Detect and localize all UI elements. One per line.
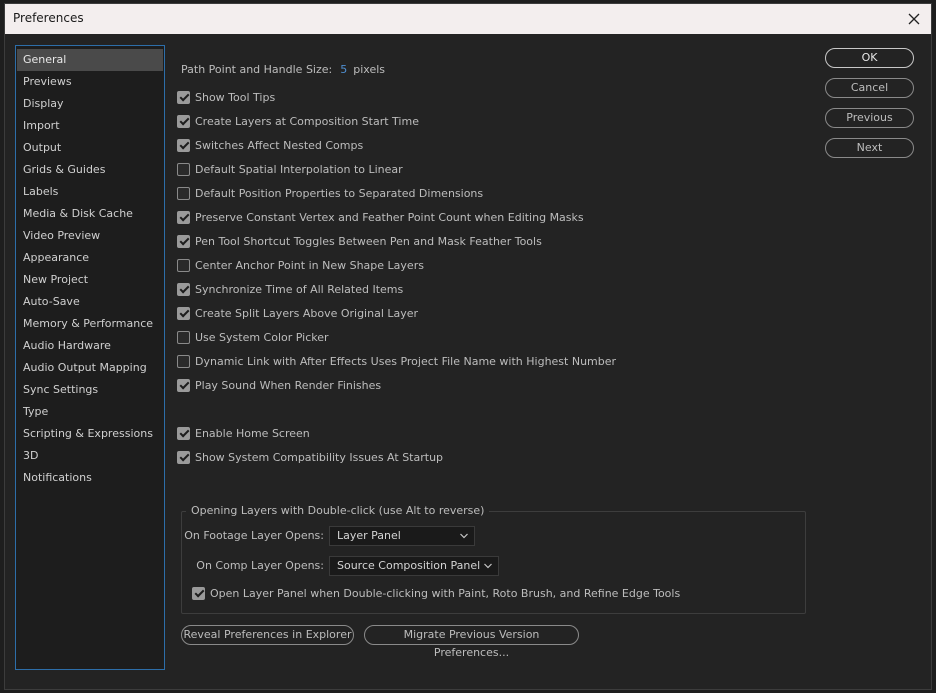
checkbox-label: Dynamic Link with After Effects Uses Pro… [195, 354, 617, 368]
checkbox-preserve-vertex-count[interactable]: Preserve Constant Vertex and Feather Poi… [177, 208, 584, 226]
checkbox-pen-tool-shortcut[interactable]: Pen Tool Shortcut Toggles Between Pen an… [177, 232, 542, 250]
footage-layer-opens-select[interactable]: Layer Panel [329, 526, 475, 546]
preferences-category-list: General Previews Display Import Output G… [15, 45, 165, 670]
sidebar-item-general[interactable]: General [17, 49, 163, 71]
sidebar-item-audio-output-mapping[interactable]: Audio Output Mapping [17, 357, 163, 379]
sidebar-item-media-disk-cache[interactable]: Media & Disk Cache [17, 203, 163, 225]
sidebar-item-3d[interactable]: 3D [17, 445, 163, 467]
checkbox-box[interactable] [192, 586, 205, 600]
sidebar-item-video-preview[interactable]: Video Preview [17, 225, 163, 247]
reveal-preferences-button[interactable]: Reveal Preferences in Explorer [181, 625, 354, 645]
checkbox-box[interactable] [177, 210, 190, 224]
checkbox-box[interactable] [177, 354, 190, 368]
path-point-size-row: Path Point and Handle Size: 5 pixels [181, 60, 385, 80]
sidebar-item-labels[interactable]: Labels [17, 181, 163, 203]
window-title: Preferences [13, 11, 84, 25]
checkbox-label: Center Anchor Point in New Shape Layers [195, 258, 424, 272]
checkbox-label: Show System Compatibility Issues At Star… [195, 450, 444, 464]
checkbox-label: Create Split Layers Above Original Layer [195, 306, 419, 320]
sidebar-item-appearance[interactable]: Appearance [17, 247, 163, 269]
checkbox-label: Synchronize Time of All Related Items [195, 282, 404, 296]
checkbox-center-anchor-point[interactable]: Center Anchor Point in New Shape Layers [177, 256, 424, 274]
sidebar-item-memory-performance[interactable]: Memory & Performance [17, 313, 163, 335]
checkbox-box[interactable] [177, 186, 190, 200]
checkbox-box[interactable] [177, 426, 190, 440]
checkbox-box[interactable] [177, 330, 190, 344]
checkbox-system-color-picker[interactable]: Use System Color Picker [177, 328, 329, 346]
checkbox-split-layers-above[interactable]: Create Split Layers Above Original Layer [177, 304, 418, 322]
path-point-size-value[interactable]: 5 [340, 63, 347, 76]
checkbox-label: Switches Affect Nested Comps [195, 138, 364, 152]
chevron-down-icon [460, 533, 468, 539]
checkbox-compatibility-issues[interactable]: Show System Compatibility Issues At Star… [177, 448, 443, 466]
sidebar-item-previews[interactable]: Previews [17, 71, 163, 93]
checkbox-label: Use System Color Picker [195, 330, 329, 344]
cancel-button[interactable]: Cancel [825, 78, 914, 98]
path-point-size-label: Path Point and Handle Size: [181, 63, 333, 76]
checkbox-box[interactable] [177, 306, 190, 320]
checkbox-box[interactable] [177, 258, 190, 272]
path-point-size-unit: pixels [353, 63, 385, 76]
checkbox-box[interactable] [177, 90, 190, 104]
sidebar-item-display[interactable]: Display [17, 93, 163, 115]
next-button[interactable]: Next [825, 138, 914, 158]
double-click-group-legend: Opening Layers with Double-click (use Al… [186, 504, 490, 517]
checkbox-label: Pen Tool Shortcut Toggles Between Pen an… [195, 234, 542, 248]
sidebar-item-grids-guides[interactable]: Grids & Guides [17, 159, 163, 181]
sidebar-item-sync-settings[interactable]: Sync Settings [17, 379, 163, 401]
checkbox-switches-affect-nested[interactable]: Switches Affect Nested Comps [177, 136, 363, 154]
comp-layer-opens-label: On Comp Layer Opens: [196, 559, 324, 572]
footage-layer-opens-label: On Footage Layer Opens: [184, 529, 324, 542]
checkbox-create-layers-at-start[interactable]: Create Layers at Composition Start Time [177, 112, 419, 130]
checkbox-play-sound[interactable]: Play Sound When Render Finishes [177, 376, 381, 394]
comp-layer-opens-value: Source Composition Panel [337, 559, 481, 572]
checkbox-label: Open Layer Panel when Double-clicking wi… [210, 586, 681, 600]
sidebar-item-import[interactable]: Import [17, 115, 163, 137]
sidebar-item-type[interactable]: Type [17, 401, 163, 423]
checkbox-box[interactable] [177, 378, 190, 392]
checkbox-open-layer-panel[interactable]: Open Layer Panel when Double-clicking wi… [192, 584, 680, 602]
checkbox-box[interactable] [177, 114, 190, 128]
sidebar-item-scripting-expressions[interactable]: Scripting & Expressions [17, 423, 163, 445]
title-bar: Preferences [5, 4, 931, 34]
chevron-down-icon [484, 563, 492, 569]
sidebar-item-notifications[interactable]: Notifications [17, 467, 163, 489]
checkbox-box[interactable] [177, 162, 190, 176]
checkbox-box[interactable] [177, 138, 190, 152]
checkbox-default-spatial-linear[interactable]: Default Spatial Interpolation to Linear [177, 160, 403, 178]
checkbox-label: Create Layers at Composition Start Time [195, 114, 419, 128]
checkbox-dynamic-link[interactable]: Dynamic Link with After Effects Uses Pro… [177, 352, 616, 370]
sidebar-item-new-project[interactable]: New Project [17, 269, 163, 291]
checkbox-box[interactable] [177, 450, 190, 464]
checkbox-enable-home-screen[interactable]: Enable Home Screen [177, 424, 310, 442]
previous-button[interactable]: Previous [825, 108, 914, 128]
checkbox-separated-dimensions[interactable]: Default Position Properties to Separated… [177, 184, 483, 202]
checkbox-label: Default Spatial Interpolation to Linear [195, 162, 403, 176]
sidebar-item-output[interactable]: Output [17, 137, 163, 159]
footage-layer-opens-value: Layer Panel [337, 529, 401, 542]
checkbox-show-tool-tips[interactable]: Show Tool Tips [177, 88, 275, 106]
checkbox-label: Enable Home Screen [195, 426, 310, 440]
comp-layer-opens-select[interactable]: Source Composition Panel [329, 556, 499, 576]
checkbox-label: Play Sound When Render Finishes [195, 378, 382, 392]
checkbox-box[interactable] [177, 282, 190, 296]
migrate-preferences-button[interactable]: Migrate Previous Version Preferences... [364, 625, 579, 659]
close-icon[interactable] [903, 8, 925, 30]
checkbox-label: Default Position Properties to Separated… [195, 186, 484, 200]
checkbox-label: Show Tool Tips [195, 90, 276, 104]
ok-button[interactable]: OK [825, 48, 914, 68]
checkbox-synchronize-time[interactable]: Synchronize Time of All Related Items [177, 280, 403, 298]
checkbox-label: Preserve Constant Vertex and Feather Poi… [195, 210, 584, 224]
checkbox-box[interactable] [177, 234, 190, 248]
sidebar-item-auto-save[interactable]: Auto-Save [17, 291, 163, 313]
sidebar-item-audio-hardware[interactable]: Audio Hardware [17, 335, 163, 357]
